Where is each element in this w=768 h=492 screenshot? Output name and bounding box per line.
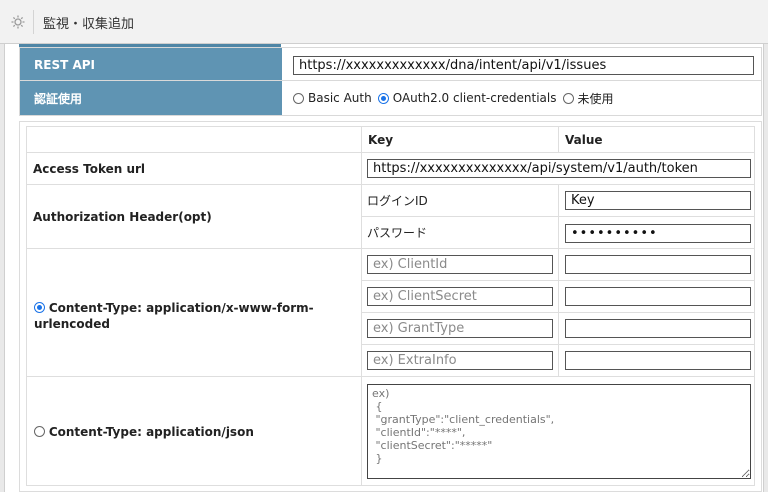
json-cell: Content-Type: application/json <box>26 376 362 486</box>
auth-option-basic[interactable]: Basic Auth <box>293 91 372 105</box>
extra-info-value-input[interactable] <box>565 351 751 370</box>
rest-api-label: REST API <box>20 48 282 82</box>
extra-info-key-input[interactable] <box>367 351 553 370</box>
form-key-cell <box>361 280 559 313</box>
form-key-cell <box>361 344 559 377</box>
json-body-textarea[interactable] <box>367 384 751 479</box>
login-id-input[interactable] <box>565 191 751 210</box>
auth-option-oauth2[interactable]: OAuth2.0 client-credentials <box>377 91 557 105</box>
json-option[interactable]: Content-Type: application/json <box>34 425 254 439</box>
radio-not-used[interactable] <box>562 92 574 104</box>
radio-json[interactable] <box>34 426 45 437</box>
auth-row: 認証使用 Basic Auth OAuth2.0 client-credenti… <box>19 80 762 116</box>
access-token-label: Access Token url <box>26 152 362 185</box>
form-key-cell <box>361 248 559 281</box>
password-key: パスワード <box>361 216 559 249</box>
login-id-cell <box>558 184 755 217</box>
auth-option-basic-label: Basic Auth <box>308 91 372 105</box>
radio-basic-auth[interactable] <box>293 92 304 104</box>
client-secret-key-input[interactable] <box>367 287 553 306</box>
header-blank <box>26 126 362 153</box>
form-urlencoded-option[interactable]: Content-Type: application/x-www-form-url… <box>34 300 354 332</box>
oauth-settings-box: Key Value Access Token url Authorization… <box>19 121 762 492</box>
form-value-cell <box>558 312 755 345</box>
auth-option-none-label: 未使用 <box>577 91 614 106</box>
rest-api-row: REST API <box>19 47 762 83</box>
form-value-cell <box>558 248 755 281</box>
password-input[interactable] <box>565 224 751 243</box>
client-secret-value-input[interactable] <box>565 287 751 306</box>
form-key-cell <box>361 312 559 345</box>
auth-options: Basic Auth OAuth2.0 client-credentials 未… <box>282 81 761 115</box>
title-bar: 監視・収集追加 <box>0 0 768 44</box>
header-value: Value <box>558 126 755 153</box>
window-title: 監視・収集追加 <box>43 17 135 32</box>
title-divider <box>33 10 34 34</box>
header-key: Key <box>361 126 559 153</box>
radio-oauth2[interactable] <box>377 92 389 104</box>
form-value-cell <box>558 280 755 313</box>
form-panel: REST API 認証使用 Basic Auth OAuth2.0 client… <box>4 44 764 492</box>
login-id-key: ログインID <box>361 184 559 217</box>
json-label: Content-Type: application/json <box>48 425 254 439</box>
client-id-value-input[interactable] <box>565 255 751 274</box>
access-token-input[interactable] <box>367 159 751 178</box>
rest-api-input[interactable] <box>293 55 754 75</box>
grant-type-value-input[interactable] <box>565 319 751 338</box>
authorization-header-label: Authorization Header(opt) <box>26 184 362 249</box>
access-token-cell <box>361 152 755 185</box>
radio-form-urlencoded[interactable] <box>34 302 45 313</box>
password-cell <box>558 216 755 249</box>
form-urlencoded-cell: Content-Type: application/x-www-form-url… <box>26 248 362 377</box>
gear-icon <box>11 15 25 29</box>
auth-label: 認証使用 <box>20 81 282 115</box>
grant-type-key-input[interactable] <box>367 319 553 338</box>
form-value-cell <box>558 344 755 377</box>
auth-option-oauth2-label: OAuth2.0 client-credentials <box>392 91 557 105</box>
form-urlencoded-label: Content-Type: application/x-www-form-url… <box>34 301 314 331</box>
client-id-key-input[interactable] <box>367 255 553 274</box>
auth-option-none[interactable]: 未使用 <box>562 90 614 107</box>
